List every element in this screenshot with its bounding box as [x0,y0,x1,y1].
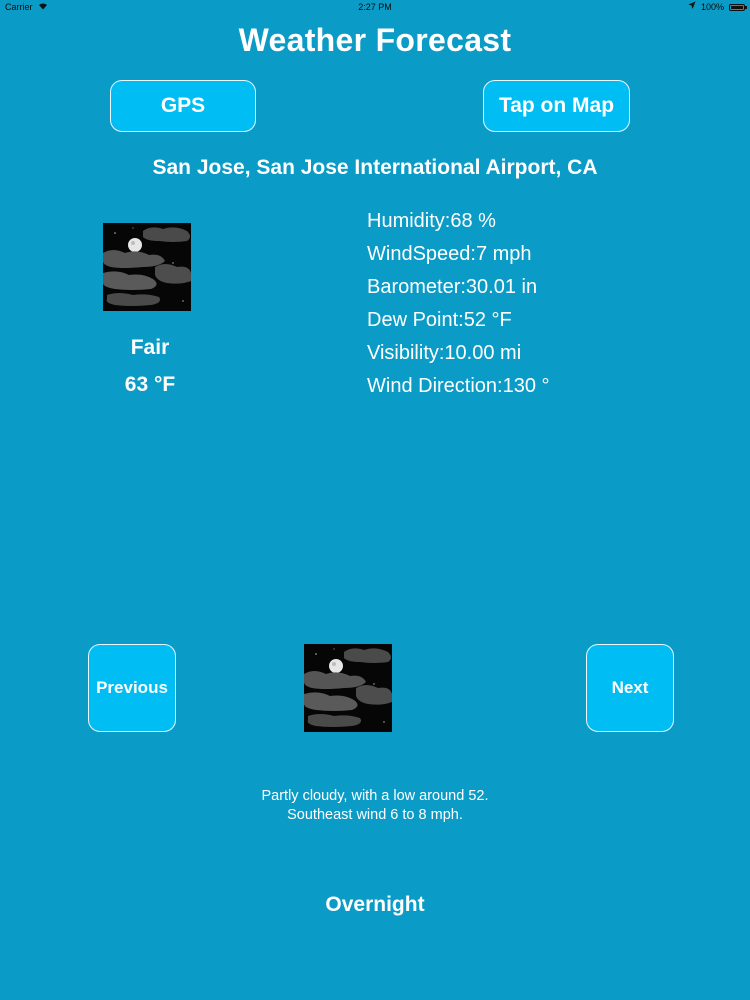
page-title: Weather Forecast [238,22,512,58]
weather-details: Humidity:68 % WindSpeed:7 mph Barometer:… [367,205,550,403]
status-time: 2:27 PM [358,2,392,12]
gps-button[interactable]: GPS [110,80,256,132]
status-bar: Carrier 2:27 PM 100% [0,0,750,16]
visibility-value: Visibility:10.00 mi [367,342,522,364]
forecast-line-2: Southeast wind 6 to 8 mph. [287,807,463,823]
forecast-description: Partly cloudy, with a low around 52. Sou… [0,787,750,825]
battery-tip-icon [745,6,747,9]
tap-on-map-button[interactable]: Tap on Map [483,80,630,132]
barometer-value: Barometer:30.01 in [367,276,538,298]
battery-percentage: 100% [700,2,724,12]
forecast-line-1: Partly cloudy, with a low around 52. [261,788,489,804]
wind-speed-value: WindSpeed:7 mph [367,243,532,265]
next-button[interactable]: Next [586,644,674,732]
night-partly-cloudy-icon [304,644,392,732]
previous-button[interactable]: Previous [88,644,176,732]
humidity-value: Humidity:68 % [367,210,496,232]
current-condition: Fair [130,336,170,359]
dew-point-value: Dew Point:52 °F [367,309,512,331]
current-temperature: 63 °F [124,373,176,396]
wind-direction-value: Wind Direction:130 ° [367,375,550,397]
battery-icon [729,4,745,11]
location-label: San Jose, San Jose International Airport… [152,156,598,179]
forecast-period: Overnight [325,893,425,916]
night-partly-cloudy-icon [103,223,191,311]
location-arrow-icon [688,1,696,12]
